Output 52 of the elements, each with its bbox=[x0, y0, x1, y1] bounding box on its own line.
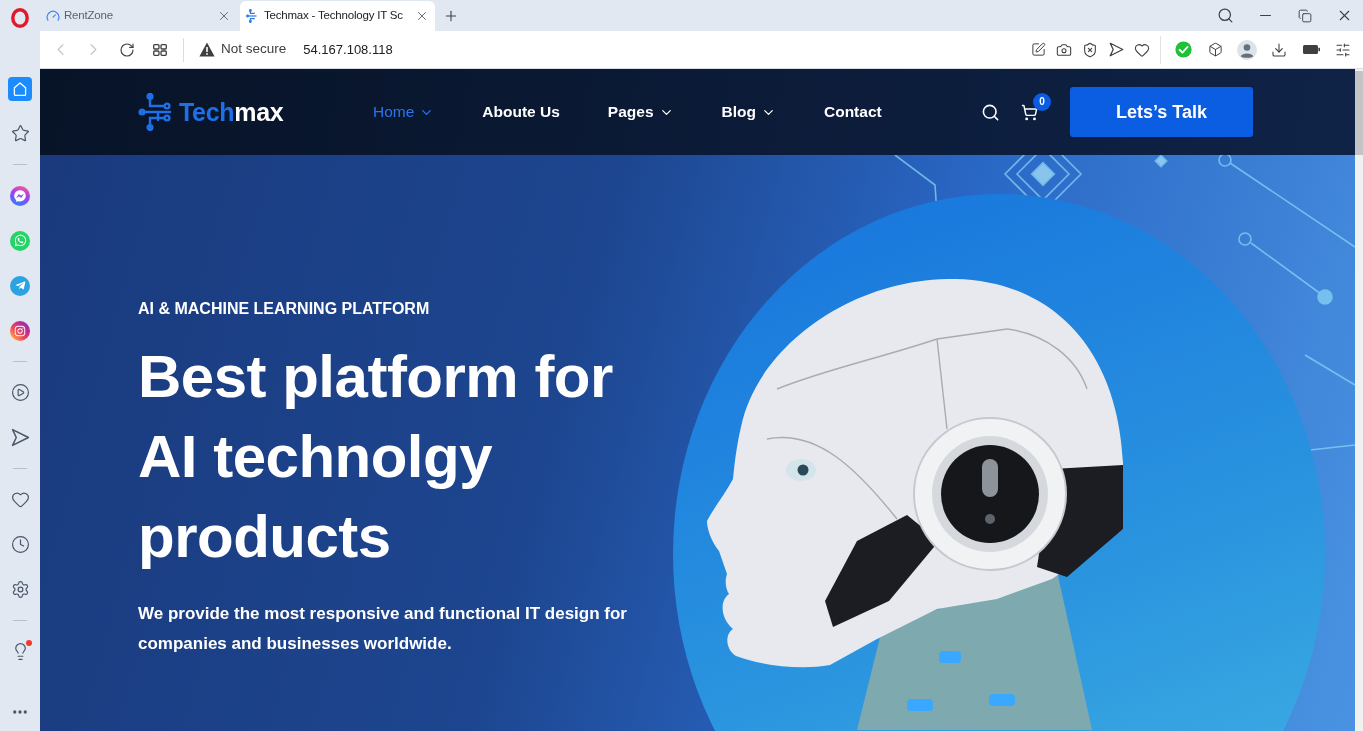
grid-icon[interactable] bbox=[152, 43, 167, 56]
search-icon[interactable] bbox=[981, 102, 1000, 122]
restore-icon[interactable] bbox=[1298, 8, 1312, 23]
edit-icon[interactable] bbox=[1030, 42, 1046, 57]
logo-text[interactable]: Techmax bbox=[179, 99, 284, 125]
battery-icon[interactable] bbox=[1302, 45, 1320, 54]
cart-icon[interactable] bbox=[1021, 103, 1038, 121]
camera-icon[interactable] bbox=[1056, 41, 1072, 58]
cart-count-badge: 0 bbox=[1033, 92, 1051, 111]
paper-plane-icon bbox=[10, 275, 30, 296]
scrollbar[interactable] bbox=[1355, 69, 1363, 731]
play-icon bbox=[10, 383, 30, 402]
nav-link[interactable]: Contact bbox=[823, 100, 882, 124]
talk-button[interactable]: Lets’s Talk bbox=[1070, 87, 1253, 137]
hero-description: We provide the most responsive and functional IT design for companies and businesses worldwide. bbox=[138, 603, 628, 655]
send-icon[interactable] bbox=[1108, 42, 1124, 57]
star-icon bbox=[10, 124, 30, 143]
heart-icon[interactable] bbox=[1134, 41, 1150, 58]
cube-icon[interactable] bbox=[1207, 42, 1223, 57]
close-icon[interactable] bbox=[415, 9, 429, 23]
hero-eyebrow: AI & MACHINE LEARNING PLATFORM bbox=[138, 299, 430, 319]
settings-icon[interactable] bbox=[1335, 41, 1351, 58]
url-text[interactable]: 54.167.108.118 bbox=[303, 39, 393, 60]
sidebar-button[interactable] bbox=[8, 76, 32, 101]
camera-icon bbox=[10, 320, 30, 341]
reload-button[interactable] bbox=[118, 41, 135, 58]
nav-link[interactable]: Home bbox=[373, 100, 435, 124]
check-icon[interactable] bbox=[1174, 41, 1192, 58]
security-label[interactable]: Not secure bbox=[221, 39, 287, 60]
send-icon bbox=[10, 428, 30, 447]
circuit-icon bbox=[246, 9, 260, 23]
avatar-icon[interactable] bbox=[1237, 39, 1257, 60]
nav-link[interactable]: Blog bbox=[721, 100, 776, 124]
settings-icon bbox=[10, 580, 30, 599]
browser-tab[interactable]: RentZone bbox=[40, 1, 237, 31]
clock-icon bbox=[10, 535, 30, 554]
nav-link[interactable]: Pages bbox=[607, 100, 674, 124]
chat-bubble-icon bbox=[10, 185, 30, 206]
phone-bubble-icon bbox=[10, 230, 30, 251]
logo-icon[interactable] bbox=[11, 7, 29, 28]
scrollbar-thumb[interactable] bbox=[1355, 71, 1363, 155]
download-icon[interactable] bbox=[1271, 41, 1287, 58]
hero-headline: Best platform for AI technolgy products bbox=[138, 342, 614, 572]
search-icon[interactable] bbox=[1216, 7, 1234, 24]
heart-icon bbox=[10, 490, 30, 509]
browser-tab[interactable]: Techmax - Technology IT Sc bbox=[240, 1, 435, 31]
gauge-icon bbox=[46, 9, 60, 23]
close-icon[interactable] bbox=[217, 9, 231, 23]
shield-icon[interactable] bbox=[1082, 41, 1098, 58]
nav-link[interactable]: Aboute Us bbox=[482, 100, 560, 124]
warning-icon[interactable] bbox=[199, 42, 215, 57]
home-icon bbox=[12, 80, 28, 97]
